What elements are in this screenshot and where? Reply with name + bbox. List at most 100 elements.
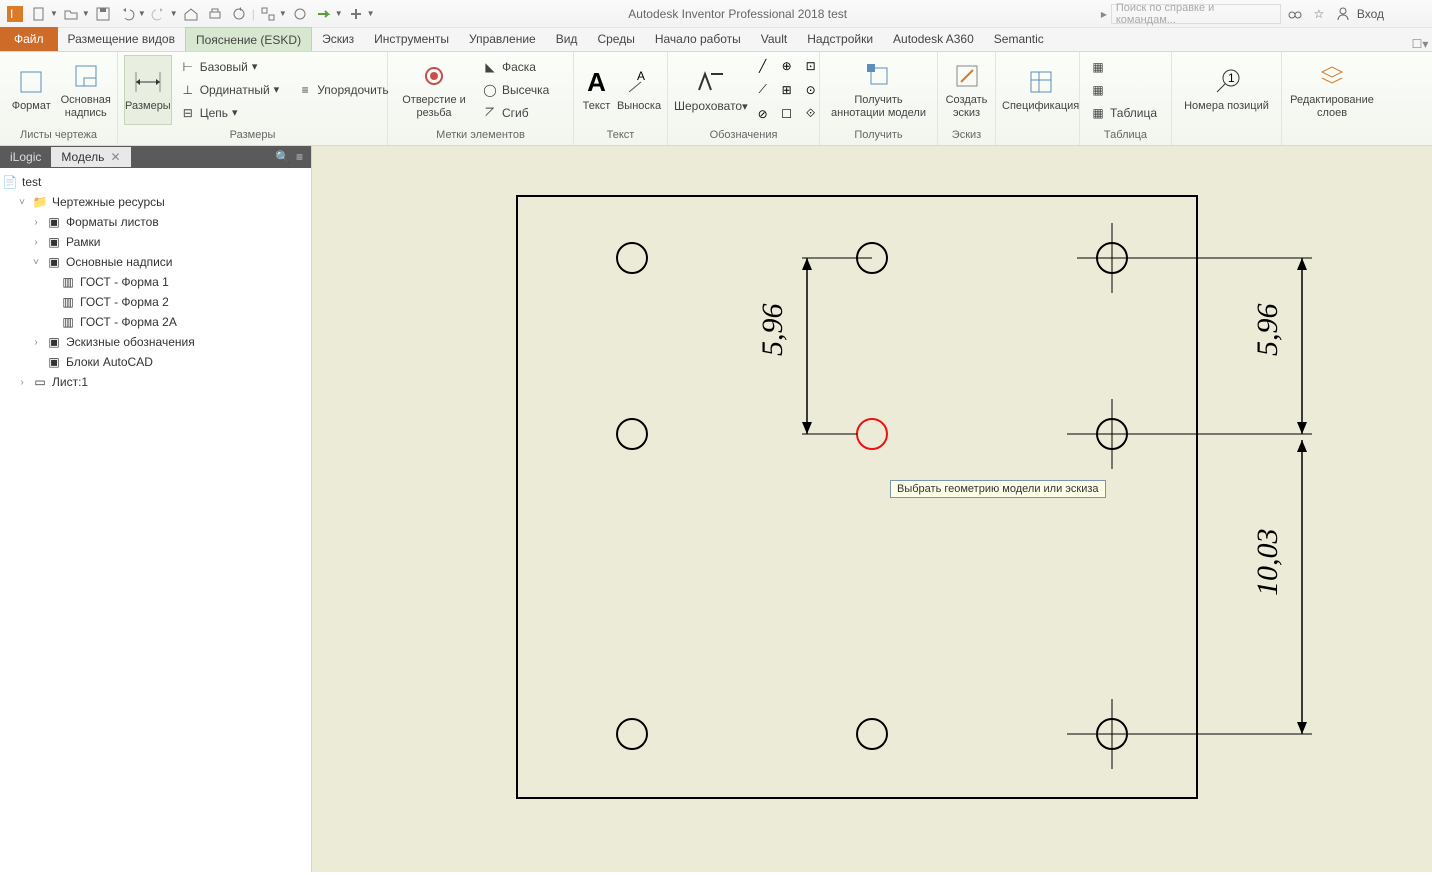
ordinate-dim-button[interactable]: ⊥Ординатный ▾	[176, 79, 283, 101]
return-icon[interactable]	[313, 3, 335, 25]
panel-tab-model[interactable]: Модель✕	[51, 147, 130, 167]
plus-icon[interactable]	[345, 3, 367, 25]
tree-acad[interactable]: ▣Блоки AutoCAD	[2, 352, 309, 372]
svg-text:I: I	[10, 7, 13, 21]
tree-frames[interactable]: ›▣Рамки	[2, 232, 309, 252]
sym2-icon[interactable]: ⊕	[776, 55, 798, 77]
tree-tb2a[interactable]: ▥ГОСТ - Форма 2А	[2, 312, 309, 332]
chain-dim-button[interactable]: ⊟Цепь ▾	[176, 102, 283, 124]
ribbon-tabs: Файл Размещение видов Пояснение (ESKD) Э…	[0, 28, 1432, 52]
dimension-button[interactable]: Размеры	[124, 55, 172, 125]
sym4-icon[interactable]: ⟋	[752, 79, 774, 101]
new-icon[interactable]	[28, 3, 50, 25]
ribbon: Формат Основная надпись Листы чертежа Ра…	[0, 52, 1432, 146]
tab-vault[interactable]: Vault	[751, 27, 797, 51]
signin-link[interactable]: Вход	[1357, 7, 1384, 21]
sym3-icon[interactable]: ⊡	[800, 55, 822, 77]
titleblock-button[interactable]: Основная надпись	[61, 55, 112, 125]
tab-addins[interactable]: Надстройки	[797, 27, 883, 51]
panel-tab-ilogic[interactable]: iLogic	[0, 147, 51, 167]
dim-label-3: 10,03	[1251, 529, 1284, 597]
tab-a360[interactable]: Autodesk A360	[883, 27, 984, 51]
tab-semantic[interactable]: Semantic	[984, 27, 1054, 51]
tree-tb1[interactable]: ▥ГОСТ - Форма 1	[2, 272, 309, 292]
table3-button[interactable]: ▦Таблица	[1086, 102, 1161, 124]
format-button[interactable]: Формат	[6, 55, 57, 125]
browser-panel: iLogic Модель✕ 🔍 ≡ 📄test ˅📁Чертежные ресу…	[0, 146, 312, 872]
home-icon[interactable]	[180, 3, 202, 25]
tab-view[interactable]: Вид	[546, 27, 588, 51]
user-icon[interactable]	[1333, 4, 1353, 24]
get-annotations-button[interactable]: Получить аннотации модели	[826, 55, 931, 125]
roughness-button[interactable]: Шероховато▾	[674, 55, 748, 125]
group-get-label: Получить	[820, 127, 937, 145]
model-tree: 📄test ˅📁Чертежные ресурсы ›▣Форматы лист…	[0, 168, 311, 396]
cutout-button[interactable]: ◯Высечка	[478, 79, 553, 101]
binoculars-icon[interactable]	[1285, 4, 1305, 24]
star-icon[interactable]: ☆	[1309, 4, 1329, 24]
layers-button[interactable]: Редактирование слоев	[1288, 55, 1376, 125]
tree-root[interactable]: 📄test	[2, 172, 309, 192]
undo-icon[interactable]	[116, 3, 138, 25]
baseline-dim-button[interactable]: ⊢Базовый ▾	[176, 56, 283, 78]
sym8-icon[interactable]: ☐	[776, 103, 798, 125]
help-icon[interactable]: ☐▾	[1408, 37, 1432, 51]
tab-views[interactable]: Размещение видов	[58, 27, 185, 51]
table2-button[interactable]: ▦	[1086, 79, 1161, 101]
close-icon[interactable]: ✕	[110, 150, 120, 164]
drawing-canvas[interactable]: 5,96 5,96 10,03 Выбрать геометрию модели…	[312, 146, 1432, 872]
redo-icon[interactable]	[148, 3, 170, 25]
group-sheets-label: Листы чертежа	[0, 127, 117, 145]
hole-thread-button[interactable]: Отверстие и резьба	[394, 55, 474, 125]
create-sketch-button[interactable]: Создать эскиз	[944, 55, 989, 125]
arrange-button[interactable]: ≡Упорядочить	[293, 79, 392, 101]
quick-access-toolbar: I ▼ ▼ ▼ ▼ | ▼ ▼ ▼	[4, 3, 375, 25]
material-icon[interactable]	[289, 3, 311, 25]
chamfer-button[interactable]: ◣Фаска	[478, 56, 553, 78]
group-marks-label: Метки элементов	[388, 127, 573, 145]
app-icon[interactable]: I	[4, 3, 26, 25]
sym1-icon[interactable]: ╱	[752, 55, 774, 77]
hint-tooltip: Выбрать геометрию модели или эскиза	[890, 480, 1106, 498]
search-icon[interactable]: 🔍	[275, 150, 290, 164]
menu-icon[interactable]: ≡	[296, 150, 303, 164]
open-icon[interactable]	[60, 3, 82, 25]
save-icon[interactable]	[92, 3, 114, 25]
search-input[interactable]: Поиск по справке и командам...	[1111, 4, 1281, 24]
sym9-icon[interactable]: ⟐	[800, 103, 822, 125]
sym6-icon[interactable]: ⊙	[800, 79, 822, 101]
tab-eskd[interactable]: Пояснение (ESKD)	[185, 27, 312, 51]
tree-resources[interactable]: ˅📁Чертежные ресурсы	[2, 192, 309, 212]
tree-titleblocks[interactable]: ˅▣Основные надписи	[2, 252, 309, 272]
title-bar: I ▼ ▼ ▼ ▼ | ▼ ▼ ▼ Autodesk Inventor Prof…	[0, 0, 1432, 28]
sym5-icon[interactable]: ⊞	[776, 79, 798, 101]
refresh-icon[interactable]	[228, 3, 250, 25]
tab-env[interactable]: Среды	[587, 27, 644, 51]
table1-button[interactable]: ▦	[1086, 56, 1161, 78]
bend-button[interactable]: ⦢Сгиб	[478, 102, 553, 124]
dim-label-1: 5,96	[756, 304, 789, 357]
sym7-icon[interactable]: ⊘	[752, 103, 774, 125]
group-pos-label	[1172, 127, 1281, 145]
group-dims-label: Размеры	[118, 127, 387, 145]
group-spec-label	[996, 127, 1079, 145]
leader-button[interactable]: AВыноска	[617, 55, 661, 125]
tree-formats[interactable]: ›▣Форматы листов	[2, 212, 309, 232]
tree-sketchsym[interactable]: ›▣Эскизные обозначения	[2, 332, 309, 352]
print-icon[interactable]	[204, 3, 226, 25]
tab-start[interactable]: Начало работы	[645, 27, 751, 51]
expand-icon[interactable]: ▸	[1101, 7, 1107, 21]
tree-sheet[interactable]: ›▭Лист:1	[2, 372, 309, 392]
select-icon[interactable]	[257, 3, 279, 25]
text-button[interactable]: AТекст	[580, 55, 613, 125]
tree-tb2[interactable]: ▥ГОСТ - Форма 2	[2, 292, 309, 312]
balloon-button[interactable]: 1Номера позиций	[1178, 55, 1275, 125]
tab-sketch[interactable]: Эскиз	[312, 27, 364, 51]
spec-button[interactable]: Спецификация	[1002, 55, 1079, 125]
tab-manage[interactable]: Управление	[459, 27, 546, 51]
group-annot-label: Обозначения	[668, 127, 819, 145]
file-tab[interactable]: Файл	[0, 27, 58, 51]
dim-label-2: 5,96	[1251, 304, 1284, 357]
group-layers-label	[1282, 127, 1382, 145]
tab-tools[interactable]: Инструменты	[364, 27, 459, 51]
